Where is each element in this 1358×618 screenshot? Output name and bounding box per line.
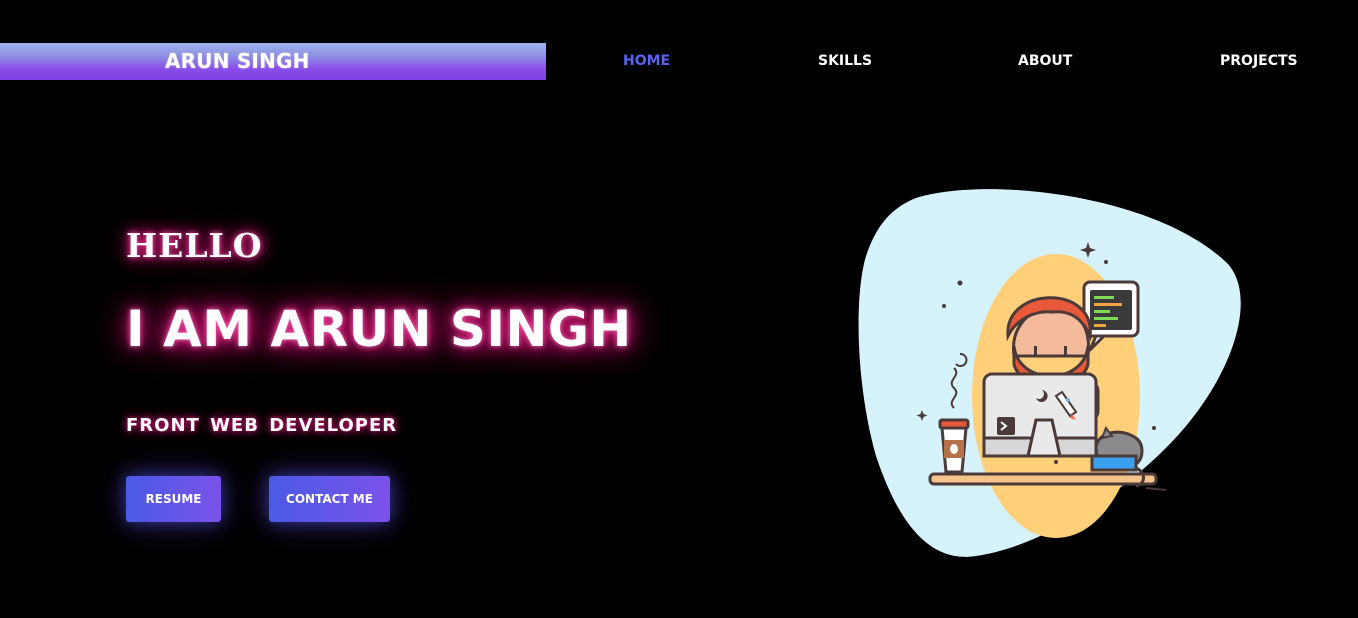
desk-surface xyxy=(928,472,1158,486)
logo-bar: ARUN SINGH xyxy=(0,43,546,80)
site-logo[interactable]: ARUN SINGH xyxy=(165,49,310,73)
hero-headline: I AM ARUN SINGH xyxy=(126,300,632,358)
nav-about[interactable]: ABOUT xyxy=(1018,53,1072,69)
contact-button[interactable]: CONTACT ME xyxy=(269,476,390,522)
computer-monitor-icon xyxy=(982,372,1098,458)
nav-projects[interactable]: PROJECTS xyxy=(1220,53,1298,69)
hero-greeting: HELLO xyxy=(126,226,263,265)
nav-home[interactable]: HOME xyxy=(623,53,670,69)
nav-skills[interactable]: SKILLS xyxy=(818,53,872,69)
hero-subtitle: FRONT WEB DEVELOPER xyxy=(126,415,398,436)
developer-at-computer-illustration xyxy=(858,189,1241,557)
resume-button[interactable]: RESUME xyxy=(126,476,221,522)
portfolio-page: ARUN SINGH HOME SKILLS ABOUT PROJECTS HE… xyxy=(0,0,1358,618)
